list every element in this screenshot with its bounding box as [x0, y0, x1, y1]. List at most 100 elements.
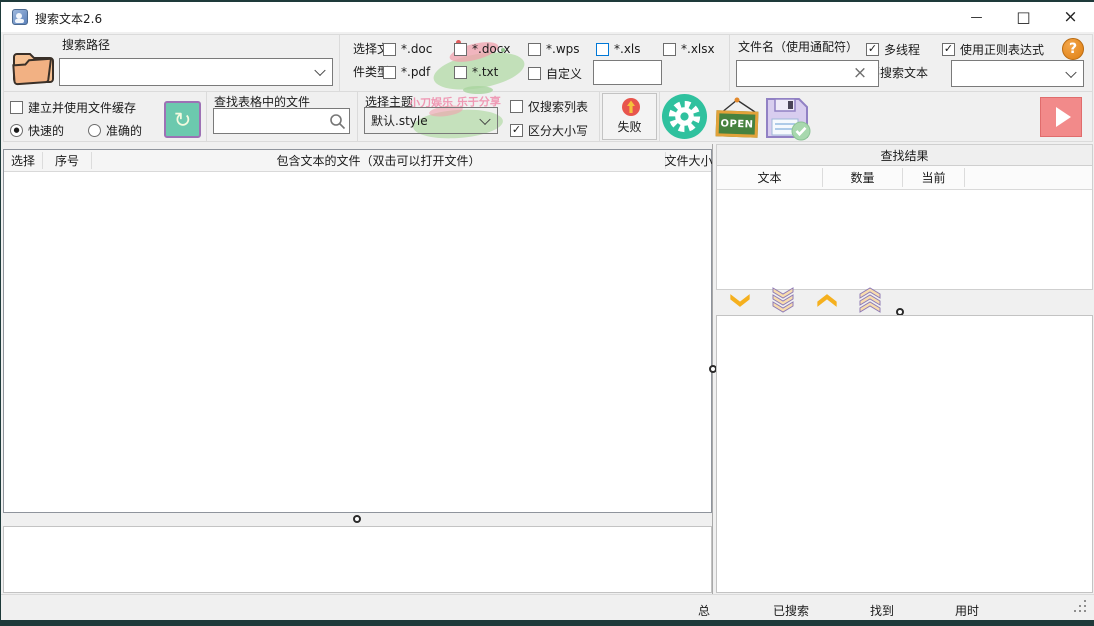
checkbox-box: ✓ — [942, 43, 955, 56]
minimize-icon: — — [971, 10, 983, 24]
search-path-label: 搜索路径 — [62, 38, 110, 54]
checkbox-box — [510, 100, 523, 113]
result-table[interactable]: 文本 数量 当前 — [716, 165, 1093, 290]
chevron-down-icon — [1065, 66, 1076, 77]
radio-label: 快速的 — [28, 122, 64, 139]
fail-arrow-icon — [621, 97, 641, 117]
checkbox-label: *.pdf — [401, 65, 430, 79]
file-table[interactable]: 选择 序号 包含文本的文件（双击可以打开文件） 文件大小 — [3, 149, 712, 513]
checkbox-pdf[interactable]: *.pdf — [383, 65, 430, 79]
checkbox-wps[interactable]: *.wps — [528, 42, 580, 56]
column-header-size[interactable]: 文件大小 — [666, 150, 711, 171]
checkbox-label: *.txt — [472, 65, 498, 79]
minimize-button[interactable]: — — [953, 2, 1000, 32]
checkbox-label: 仅搜索列表 — [528, 98, 588, 115]
settings-button[interactable] — [661, 93, 708, 140]
prev-match-button[interactable] — [814, 290, 840, 310]
checkbox-search-list-only[interactable]: 仅搜索列表 — [510, 98, 588, 115]
splitter-handle[interactable] — [353, 515, 361, 523]
result-panel-caption: 查找结果 — [716, 144, 1093, 166]
checkbox-label: 多线程 — [884, 41, 920, 58]
first-match-button[interactable] — [856, 287, 884, 313]
app-icon — [12, 9, 28, 25]
status-searched-label: 已搜索 — [773, 602, 809, 619]
checkbox-doc[interactable]: *.doc — [383, 42, 432, 56]
checkbox-box — [10, 101, 23, 114]
checkbox-label: *.xlsx — [681, 42, 715, 56]
checkbox-box — [383, 43, 396, 56]
checkbox-box — [454, 66, 467, 79]
checkbox-txt[interactable]: *.txt — [454, 65, 498, 79]
grip-dots — [1074, 610, 1076, 612]
filename-label: 文件名（使用通配符） — [738, 40, 858, 56]
gear-icon — [661, 93, 708, 140]
column-header-current[interactable]: 当前 — [903, 166, 964, 189]
open-sign-board: OPEN — [716, 110, 759, 137]
column-header-select[interactable]: 选择 — [4, 150, 42, 171]
triple-chevron-up-icon — [857, 287, 883, 313]
checkbox-label: 区分大小写 — [528, 122, 588, 139]
checkbox-label: 建立并使用文件缓存 — [28, 99, 136, 116]
resize-grip[interactable] — [1074, 601, 1086, 613]
save-button[interactable] — [763, 95, 813, 141]
fail-button-label: 失败 — [603, 118, 656, 135]
refresh-cache-button[interactable]: ↻ — [164, 101, 201, 138]
column-header-file[interactable]: 包含文本的文件（双击可以打开文件） — [92, 150, 665, 171]
close-button[interactable]: × — [1047, 2, 1094, 32]
radio-accurate[interactable]: 准确的 — [88, 122, 142, 139]
start-search-button[interactable] — [1040, 97, 1082, 137]
close-icon: × — [1063, 7, 1077, 27]
last-match-button[interactable] — [769, 287, 797, 313]
column-separator[interactable] — [964, 168, 965, 187]
open-file-button[interactable]: OPEN — [713, 97, 761, 139]
clear-filename-button[interactable]: × — [849, 63, 871, 83]
checkbox-label: *.wps — [546, 42, 580, 56]
right-bottom-panel — [716, 315, 1093, 593]
radio-circle: ● — [10, 124, 23, 137]
column-header-count[interactable]: 数量 — [823, 166, 902, 189]
checkbox-regex[interactable]: ✓ 使用正则表达式 — [942, 41, 1044, 58]
desktop-edge — [1, 620, 1094, 626]
refresh-icon: ↻ — [174, 108, 192, 132]
browse-folder-button[interactable] — [9, 44, 57, 90]
checkbox-docx[interactable]: *.docx — [454, 42, 510, 56]
checkbox-box — [528, 43, 541, 56]
play-icon — [1056, 107, 1071, 127]
chevron-down-icon — [314, 65, 325, 76]
chevron-down-icon — [729, 293, 751, 308]
checkbox-multithread[interactable]: ✓ 多线程 — [866, 41, 920, 58]
file-table-header: 选择 序号 包含文本的文件（双击可以打开文件） 文件大小 — [4, 150, 711, 172]
maximize-button[interactable]: □ — [1000, 2, 1047, 32]
column-header-index[interactable]: 序号 — [43, 150, 91, 171]
radio-fast[interactable]: ● 快速的 — [10, 122, 64, 139]
window-title: 搜索文本2.6 — [35, 10, 102, 27]
checkbox-box: ✓ — [510, 124, 523, 137]
checkbox-label: *.doc — [401, 42, 432, 56]
checkbox-box — [528, 67, 541, 80]
checkbox-box — [663, 43, 676, 56]
theme-combobox[interactable]: 默认.style — [364, 107, 498, 134]
checkbox-xls[interactable]: *.xls — [596, 42, 641, 56]
next-match-button[interactable] — [727, 290, 753, 310]
custom-filetype-input[interactable] — [593, 60, 662, 85]
question-icon: ? — [1069, 41, 1077, 57]
search-path-combobox[interactable] — [59, 58, 333, 86]
status-time-label: 用时 — [955, 602, 979, 619]
search-text-combobox[interactable] — [951, 60, 1084, 87]
status-total-label: 总 — [698, 602, 710, 619]
app-window: 搜索文本2.6 — □ × 搜索路径 选择文 件类型 *.doc *.docx — [0, 0, 1094, 626]
column-header-text[interactable]: 文本 — [717, 166, 822, 189]
chevron-down-icon — [479, 113, 490, 124]
clear-icon: × — [853, 63, 867, 83]
checkbox-file-cache[interactable]: 建立并使用文件缓存 — [10, 99, 136, 116]
save-floppy-icon — [763, 95, 813, 141]
checkbox-box — [454, 43, 467, 56]
checkbox-custom[interactable]: 自定义 — [528, 65, 582, 82]
checkbox-case-sensitive[interactable]: ✓ 区分大小写 — [510, 122, 588, 139]
checkbox-xlsx[interactable]: *.xlsx — [663, 42, 715, 56]
triple-chevron-down-icon — [770, 287, 796, 313]
help-button[interactable]: ? — [1062, 38, 1084, 60]
status-bar: 总 已搜索 找到 用时 — [1, 594, 1094, 621]
fail-button[interactable]: 失败 — [602, 93, 657, 140]
left-bottom-panel — [3, 526, 712, 593]
